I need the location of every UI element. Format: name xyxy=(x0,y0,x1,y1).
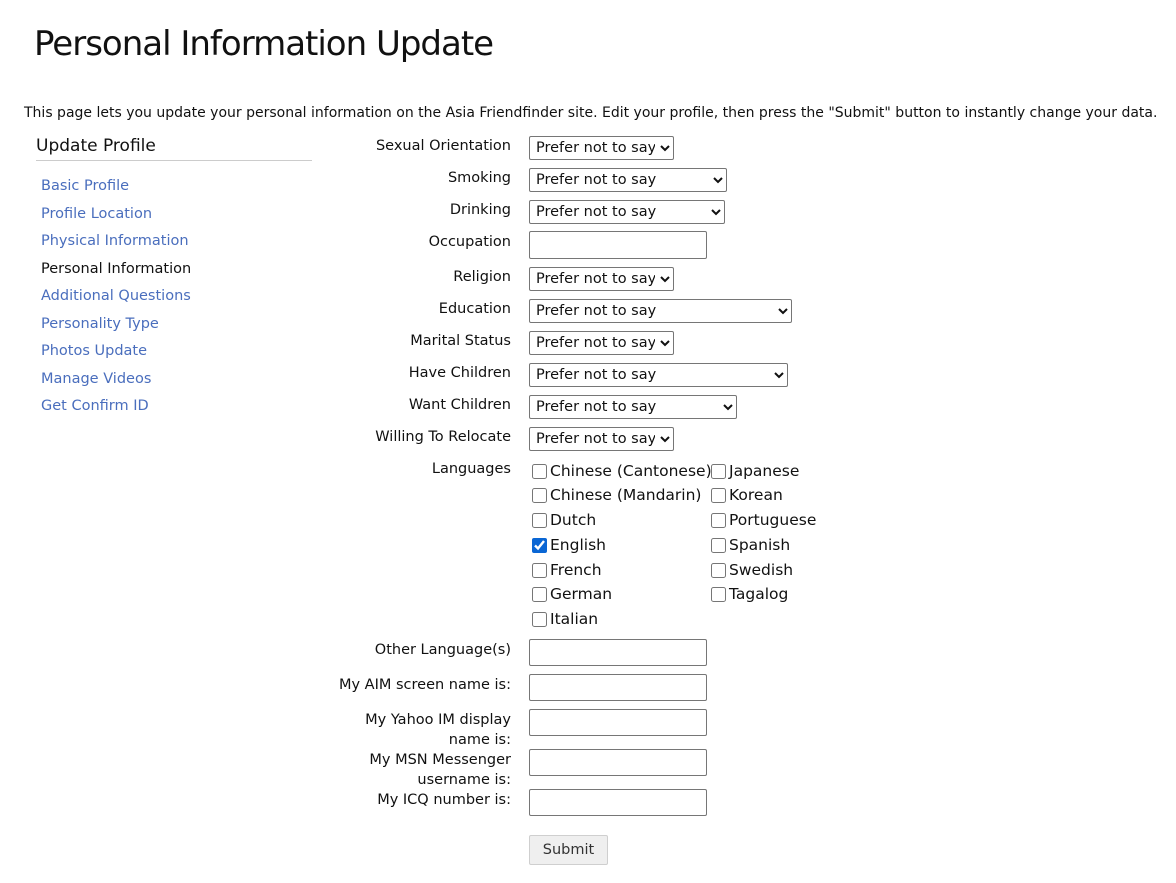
aim-input[interactable] xyxy=(529,674,707,701)
language-option-chinese-mandarin[interactable]: Chinese (Mandarin) xyxy=(532,484,701,506)
language-checkbox-korean[interactable] xyxy=(711,487,726,503)
language-checkbox-swedish[interactable] xyxy=(711,562,726,578)
sidebar-title: Update Profile xyxy=(36,136,312,161)
sidebar-item-personality-type[interactable]: Personality Type xyxy=(41,311,312,339)
page: Personal Information Update This page le… xyxy=(0,0,1176,883)
page-intro: This page lets you update your personal … xyxy=(24,105,1158,121)
other-languages-label: Other Language(s) xyxy=(374,642,511,658)
language-option-tagalog[interactable]: Tagalog xyxy=(711,583,788,605)
yahoo-label-line2: name is: xyxy=(448,732,511,748)
language-label-tagalog: Tagalog xyxy=(729,585,789,603)
sexual-orientation-select[interactable]: Prefer not to say xyxy=(529,136,674,160)
language-option-german[interactable]: German xyxy=(532,583,612,605)
language-label-korean: Korean xyxy=(729,486,783,504)
language-option-swedish[interactable]: Swedish xyxy=(711,559,793,581)
marital-status-select[interactable]: Prefer not to say xyxy=(529,331,674,355)
language-label-chinese-cantonese: Chinese (Cantonese) xyxy=(550,462,712,480)
occupation-input[interactable] xyxy=(529,231,707,259)
sidebar-item-basic-profile[interactable]: Basic Profile xyxy=(41,173,312,201)
language-option-italian[interactable]: Italian xyxy=(532,608,598,630)
willing-to-relocate-select[interactable]: Prefer not to say xyxy=(529,427,674,451)
language-label-english: English xyxy=(550,536,606,554)
language-label-chinese-mandarin: Chinese (Mandarin) xyxy=(550,486,702,504)
drinking-select[interactable]: Prefer not to say xyxy=(529,200,725,224)
language-option-japanese[interactable]: Japanese xyxy=(711,460,799,482)
language-checkbox-spanish[interactable] xyxy=(711,537,726,553)
sidebar: Update Profile Basic Profile Profile Loc… xyxy=(36,136,312,421)
language-label-german: German xyxy=(550,585,613,603)
other-languages-input[interactable] xyxy=(529,639,707,666)
yahoo-label: My Yahoo IM display name is: xyxy=(321,710,511,750)
education-label: Education xyxy=(438,301,511,317)
have-children-label: Have Children xyxy=(408,365,511,381)
language-label-italian: Italian xyxy=(550,610,599,628)
language-checkbox-portuguese[interactable] xyxy=(711,512,726,528)
language-checkbox-tagalog[interactable] xyxy=(711,586,726,602)
language-option-spanish[interactable]: Spanish xyxy=(711,534,790,556)
language-checkbox-italian[interactable] xyxy=(532,611,547,627)
smoking-label: Smoking xyxy=(447,170,511,186)
sidebar-nav: Basic Profile Profile Location Physical … xyxy=(41,173,312,421)
submit-button[interactable]: Submit xyxy=(529,835,608,865)
language-option-english[interactable]: English xyxy=(532,534,606,556)
msn-input[interactable] xyxy=(529,749,707,776)
yahoo-input[interactable] xyxy=(529,709,707,736)
sexual-orientation-label: Sexual Orientation xyxy=(375,138,511,154)
msn-label-line2: username is: xyxy=(417,772,511,788)
sidebar-item-personal-information: Personal Information xyxy=(41,260,192,277)
yahoo-label-line1: My Yahoo IM display xyxy=(365,712,511,728)
icq-label: My ICQ number is: xyxy=(377,792,511,808)
language-checkbox-chinese-cantonese[interactable] xyxy=(532,463,547,479)
language-option-portuguese[interactable]: Portuguese xyxy=(711,509,816,531)
language-checkbox-japanese[interactable] xyxy=(711,463,726,479)
sidebar-item-additional-questions[interactable]: Additional Questions xyxy=(41,283,312,311)
education-select[interactable]: Prefer not to say xyxy=(529,299,792,323)
sidebar-item-physical-information[interactable]: Physical Information xyxy=(41,228,312,256)
languages-label: Languages xyxy=(431,461,511,477)
sidebar-item-manage-videos[interactable]: Manage Videos xyxy=(41,366,312,394)
want-children-select[interactable]: Prefer not to say xyxy=(529,395,737,419)
language-label-japanese: Japanese xyxy=(729,462,800,480)
language-option-korean[interactable]: Korean xyxy=(711,484,783,506)
language-option-chinese-cantonese[interactable]: Chinese (Cantonese) xyxy=(532,460,712,482)
drinking-label: Drinking xyxy=(449,202,511,218)
language-checkbox-english[interactable] xyxy=(532,537,547,553)
language-label-swedish: Swedish xyxy=(729,561,794,579)
language-label-french: French xyxy=(550,561,602,579)
language-checkbox-german[interactable] xyxy=(532,586,547,602)
language-label-portuguese: Portuguese xyxy=(729,511,817,529)
msn-label: My MSN Messenger username is: xyxy=(321,750,511,790)
language-label-spanish: Spanish xyxy=(729,536,791,554)
language-option-dutch[interactable]: Dutch xyxy=(532,509,596,531)
language-checkbox-french[interactable] xyxy=(532,562,547,578)
language-checkbox-dutch[interactable] xyxy=(532,512,547,528)
willing-to-relocate-label: Willing To Relocate xyxy=(375,429,511,445)
language-option-french[interactable]: French xyxy=(532,559,602,581)
want-children-label: Want Children xyxy=(408,397,511,413)
sidebar-item-profile-location[interactable]: Profile Location xyxy=(41,201,312,229)
page-title: Personal Information Update xyxy=(34,24,494,64)
marital-status-label: Marital Status xyxy=(410,333,511,349)
icq-input[interactable] xyxy=(529,789,707,816)
sidebar-item-photos-update[interactable]: Photos Update xyxy=(41,338,312,366)
religion-select[interactable]: Prefer not to say xyxy=(529,267,674,291)
religion-label: Religion xyxy=(453,269,511,285)
aim-label: My AIM screen name is: xyxy=(338,677,511,693)
occupation-label: Occupation xyxy=(428,234,511,250)
language-checkbox-chinese-mandarin[interactable] xyxy=(532,487,547,503)
smoking-select[interactable]: Prefer not to say xyxy=(529,168,727,192)
have-children-select[interactable]: Prefer not to say xyxy=(529,363,788,387)
sidebar-item-get-confirm-id[interactable]: Get Confirm ID xyxy=(41,393,312,421)
language-label-dutch: Dutch xyxy=(550,511,597,529)
msn-label-line1: My MSN Messenger xyxy=(369,752,511,768)
